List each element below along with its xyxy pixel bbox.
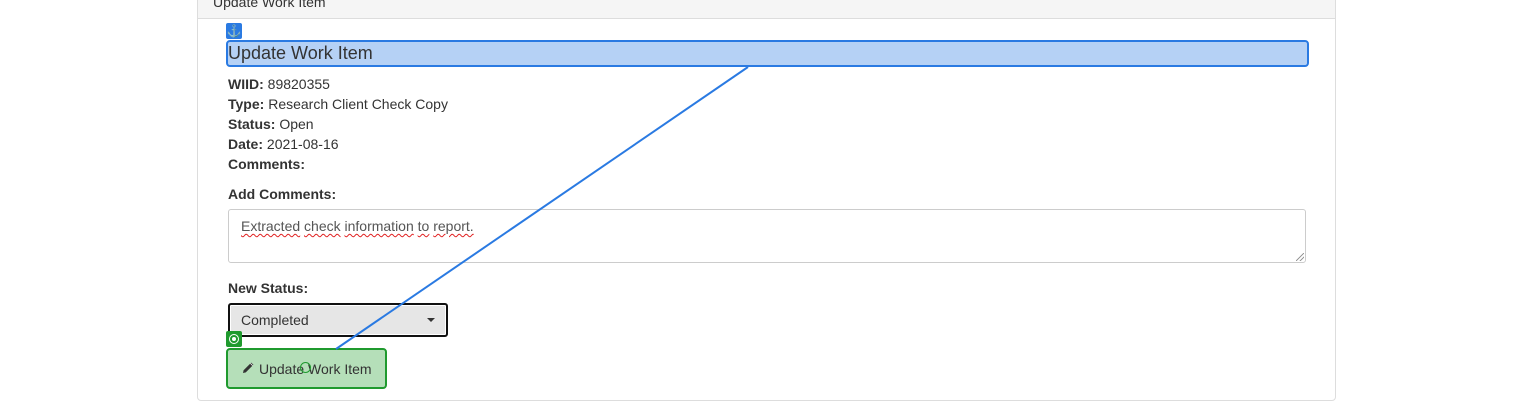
comment-word: to (417, 218, 430, 234)
add-comments-textarea[interactable]: Extracted check information to report. (228, 209, 1306, 263)
comment-word: information (344, 218, 414, 234)
anchor-icon: ⚓ (226, 23, 242, 39)
caret-down-icon (427, 318, 435, 322)
wiid-row: WIID: 89820355 (228, 76, 330, 92)
add-comments-label: Add Comments: (228, 186, 337, 202)
comments-label: Comments: (228, 156, 306, 172)
status-value: Open (279, 116, 314, 132)
target-icon (226, 331, 242, 347)
status-label: Status: (228, 116, 276, 132)
resize-grip-icon[interactable] (1296, 253, 1304, 261)
wiid-label: WIID: (228, 76, 264, 92)
comment-word: Extracted (241, 218, 301, 234)
pencil-icon (242, 361, 255, 377)
type-row: Type: Research Client Check Copy (228, 96, 448, 112)
date-value: 2021-08-16 (266, 136, 339, 152)
update-button-label: Update Work Item (259, 361, 372, 377)
page-title: Update Work Item (228, 43, 373, 63)
type-value: Research Client Check Copy (268, 96, 448, 112)
wiid-value: 89820355 (267, 76, 330, 92)
panel-heading: Update Work Item (198, 0, 1335, 19)
type-label: Type: (228, 96, 265, 112)
status-row: Status: Open (228, 116, 314, 132)
new-status-selected-value: Completed (241, 312, 309, 328)
date-label: Date: (228, 136, 264, 152)
move-icon (300, 362, 311, 373)
comments-row: Comments: (228, 156, 305, 172)
comment-word: report. (433, 218, 474, 234)
new-status-select[interactable]: Completed (228, 303, 448, 337)
new-status-label: New Status: (228, 280, 309, 296)
panel-heading-title: Update Work Item (213, 0, 326, 10)
date-row: Date: 2021-08-16 (228, 136, 339, 152)
title-highlight-box (226, 40, 1309, 67)
comment-word: check (304, 218, 341, 234)
